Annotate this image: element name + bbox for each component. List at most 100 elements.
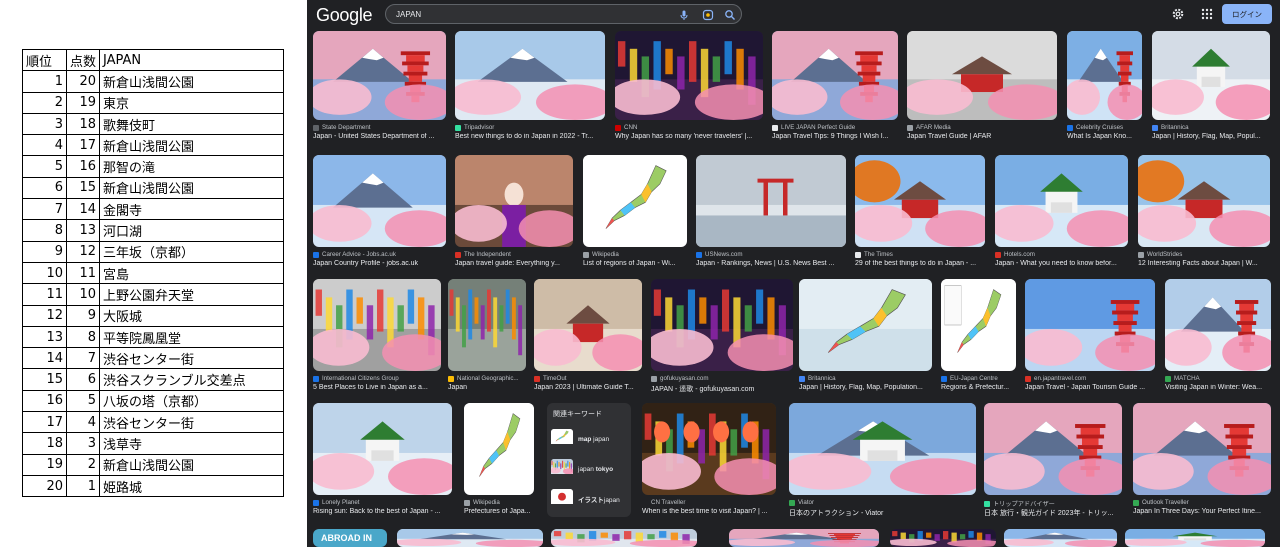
result-thumbnail[interactable] (1067, 31, 1142, 120)
image-result[interactable]: The Independent Japan travel guide: Every… (455, 155, 573, 271)
result-thumbnail[interactable] (615, 31, 763, 120)
image-result[interactable]: EU-Japan Centre Regions & Prefectur... (941, 279, 1016, 395)
result-thumbnail[interactable] (907, 31, 1057, 120)
result-caption[interactable]: 12 Interesting Facts about Japan | W... (1138, 260, 1270, 267)
result-thumbnail[interactable] (1125, 529, 1265, 547)
result-source[interactable]: トリップアドバイザー (984, 499, 1122, 508)
result-caption[interactable]: JAPAN - 遥歌 - gofukuyasan.com (651, 384, 793, 394)
image-result[interactable]: Outlook Traveller Japan In Three Days: Yo… (1133, 403, 1271, 519)
result-source[interactable]: AFAR Media (907, 124, 1057, 131)
result-caption[interactable]: Japan Travel Tips: 9 Things I Wish I... (772, 133, 898, 140)
result-caption[interactable]: 日本 旅行・観光ガイド 2023年 - トリッ... (984, 508, 1122, 518)
result-source[interactable]: Wikipedia (583, 251, 687, 258)
result-thumbnail[interactable] (984, 403, 1122, 495)
result-source[interactable]: EU-Japan Centre (941, 375, 1016, 382)
result-source[interactable]: The Independent (455, 251, 573, 258)
result-thumbnail[interactable] (448, 279, 526, 371)
result-source[interactable]: Celebrity Cruises (1067, 124, 1142, 131)
result-thumbnail[interactable] (651, 279, 793, 371)
image-result[interactable]: Britannica Japan | History, Flag, Map, Po… (799, 279, 932, 395)
image-result[interactable]: gofukuyasan.com JAPAN - 遥歌 - gofukuyasan.… (651, 279, 793, 395)
result-thumbnail[interactable] (1004, 529, 1117, 547)
related-keyword[interactable]: japan tokyo (551, 457, 627, 481)
result-caption[interactable]: List of regions of Japan - Wi... (583, 260, 687, 267)
image-result[interactable]: Wikipedia Prefectures of Japa... (464, 403, 534, 519)
image-result[interactable]: CN Traveller When is the best time to vis… (642, 403, 776, 519)
result-thumbnail[interactable] (995, 155, 1128, 247)
result-thumbnail[interactable] (772, 31, 898, 120)
settings-icon[interactable] (1171, 7, 1185, 21)
result-source[interactable]: Tripadvisor (455, 124, 605, 131)
result-source[interactable]: The Times (855, 251, 985, 258)
result-thumbnail[interactable] (313, 31, 446, 120)
result-source[interactable]: CN Traveller (642, 499, 776, 506)
result-source[interactable]: Career Advice - Jobs.ac.uk (313, 251, 446, 258)
image-result[interactable]: en.japantravel.com Japan Travel - Japan T… (1025, 279, 1155, 395)
result-caption[interactable]: Why Japan has so many 'never travelers' … (615, 133, 763, 140)
result-source[interactable]: Wikipedia (464, 499, 534, 506)
result-source[interactable]: MATCHA (1165, 375, 1271, 382)
result-caption[interactable]: Best new things to do in Japan in 2022 -… (455, 133, 605, 140)
search-icon[interactable] (724, 9, 736, 21)
result-source[interactable]: en.japantravel.com (1025, 375, 1155, 382)
result-source[interactable]: Britannica (1152, 124, 1270, 131)
result-thumbnail[interactable] (941, 279, 1016, 371)
result-thumbnail[interactable] (534, 279, 642, 371)
result-source[interactable]: State Department (313, 124, 446, 131)
result-caption[interactable]: Japan | History, Flag, Map, Population..… (799, 384, 932, 391)
result-thumbnail[interactable] (397, 529, 543, 547)
result-thumbnail[interactable] (729, 529, 879, 547)
image-result[interactable]: AFAR Media Japan Travel Guide | AFAR (907, 31, 1057, 144)
result-caption[interactable]: 5 Best Places to Live in Japan as a... (313, 384, 441, 391)
result-source[interactable]: LIVE JAPAN Perfect Guide (772, 124, 898, 131)
result-caption[interactable]: Japan - What you need to know befor... (995, 260, 1128, 267)
result-thumbnail[interactable] (1025, 279, 1155, 371)
result-thumbnail[interactable] (789, 403, 976, 495)
result-source[interactable]: Outlook Traveller (1133, 499, 1271, 506)
result-caption[interactable]: Rising sun: Back to the best of Japan - … (313, 508, 452, 515)
result-source[interactable]: Viator (789, 499, 976, 506)
result-source[interactable]: National Geographic... (448, 375, 526, 382)
result-caption[interactable]: Japan (448, 384, 526, 391)
image-result[interactable]: National Geographic... Japan (448, 279, 526, 395)
result-caption[interactable]: Japan | History, Flag, Map, Popul... (1152, 133, 1270, 140)
image-result[interactable]: Wikipedia List of regions of Japan - Wi..… (583, 155, 687, 271)
image-result[interactable]: Career Advice - Jobs.ac.uk Japan Country … (313, 155, 446, 271)
result-thumbnail[interactable] (1138, 155, 1270, 247)
result-source[interactable]: CNN (615, 124, 763, 131)
result-source[interactable]: TimeOut (534, 375, 642, 382)
image-result[interactable]: Tripadvisor Best new things to do in Japa… (455, 31, 605, 144)
image-result[interactable]: TimeOut Japan 2023 | Ultimate Guide T... (534, 279, 642, 395)
result-thumbnail[interactable] (455, 31, 605, 120)
image-result[interactable]: USNews.com Japan - Rankings, News | U.S. … (696, 155, 846, 271)
result-thumbnail[interactable] (642, 403, 776, 495)
login-button[interactable]: ログイン (1222, 4, 1272, 24)
result-caption[interactable]: Japan Travel Guide | AFAR (907, 133, 1057, 140)
result-thumbnail[interactable] (464, 403, 534, 495)
result-thumbnail[interactable] (551, 529, 697, 547)
result-caption[interactable]: Japan Travel - Japan Tourism Guide ... (1025, 384, 1155, 391)
result-source[interactable]: USNews.com (696, 251, 846, 258)
result-thumbnail[interactable] (455, 155, 573, 247)
result-source[interactable]: Hotels.com (995, 251, 1128, 258)
image-result[interactable]: Lonely Planet Rising sun: Back to the bes… (313, 403, 452, 519)
image-result[interactable]: The Times 29 of the best things to do in … (855, 155, 985, 271)
result-caption[interactable]: When is the best time to visit Japan? | … (642, 508, 776, 515)
result-caption[interactable]: Japan Country Profile - jobs.ac.uk (313, 260, 446, 267)
result-caption[interactable]: Visiting Japan in Winter: Wea... (1165, 384, 1271, 391)
search-input[interactable] (396, 6, 666, 22)
image-result[interactable]: Viator 日本のアトラクション - Viator (789, 403, 976, 519)
apps-icon[interactable] (1200, 7, 1214, 21)
result-caption[interactable]: 29 of the best things to do in Japan - .… (855, 260, 985, 267)
result-caption[interactable]: 日本のアトラクション - Viator (789, 508, 976, 518)
image-result[interactable]: Hotels.com Japan - What you need to know … (995, 155, 1128, 271)
result-caption[interactable]: Japan 2023 | Ultimate Guide T... (534, 384, 642, 391)
image-result[interactable]: WorldStrides 12 Interesting Facts about J… (1138, 155, 1270, 271)
mic-icon[interactable] (678, 9, 690, 21)
result-caption[interactable]: Regions & Prefectur... (941, 384, 1016, 391)
result-source[interactable]: WorldStrides (1138, 251, 1270, 258)
result-thumbnail[interactable] (313, 403, 452, 495)
image-result[interactable]: State Department Japan - United States De… (313, 31, 446, 144)
search-box[interactable] (385, 4, 742, 24)
lens-icon[interactable] (702, 9, 714, 21)
